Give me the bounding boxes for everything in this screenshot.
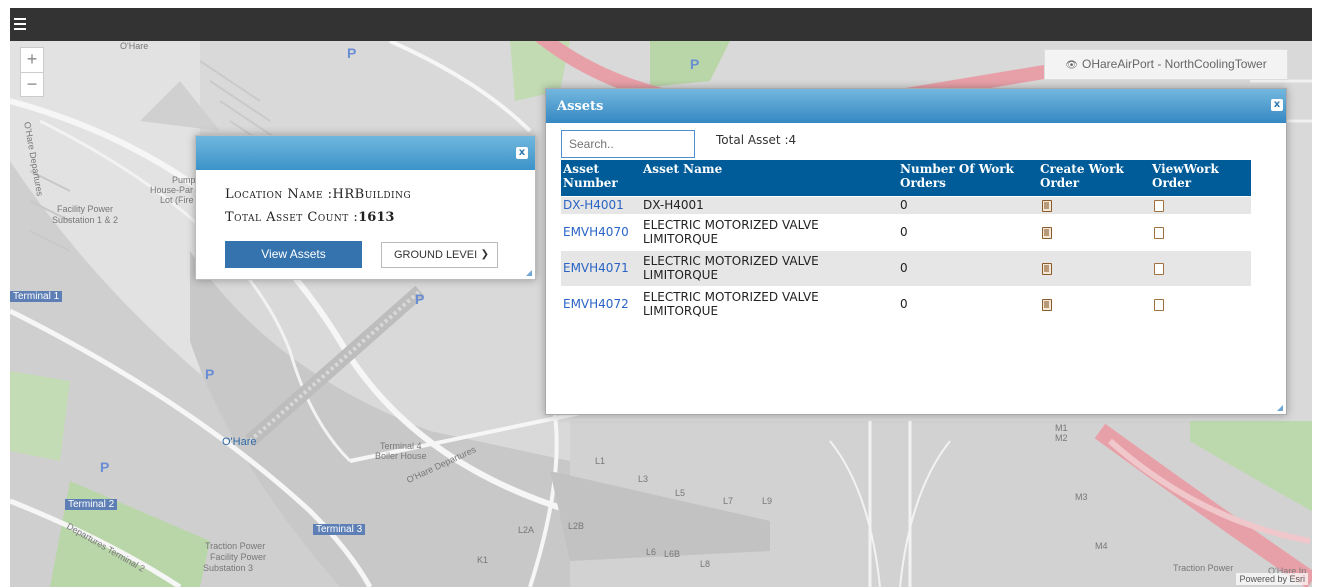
map-label: Pump <box>172 175 196 185</box>
map-label: Terminal 2 <box>65 499 118 510</box>
zoom-in-button[interactable]: + <box>21 48 43 72</box>
parking-icon: P <box>205 366 215 382</box>
location-name-value: HRBuilding <box>332 187 412 202</box>
map-label: Boiler House <box>375 451 427 461</box>
asset-count-label: Total Asset Count : <box>225 210 359 225</box>
assets-table: Asset Number Asset Name Number Of Work O… <box>561 160 1251 322</box>
top-bar <box>10 8 1312 41</box>
location-name: Location Name :HRBuilding <box>225 187 411 202</box>
map-label: L5 <box>675 488 686 498</box>
work-order-count: 0 <box>898 195 1038 214</box>
map-label: Substation 1 & 2 <box>52 215 119 225</box>
map-label: L2A <box>518 525 535 535</box>
assets-header: Assets x <box>546 89 1286 123</box>
column-header[interactable]: Asset Name <box>641 160 898 196</box>
map-label: M3 <box>1075 492 1088 502</box>
asset-count-value: 1613 <box>358 210 395 225</box>
search-input[interactable] <box>561 130 695 158</box>
chevron-down-icon: ❯ <box>480 249 489 260</box>
layer-toggle-button[interactable]: 👁 OHareAirPort - NorthCoolingTower <box>1044 49 1288 80</box>
map-label: Facility Power <box>210 552 267 562</box>
column-header[interactable]: Asset Number <box>561 160 641 196</box>
table-row: EMVH4072 ELECTRIC MOTORIZED VALVE LIMITO… <box>561 285 1251 322</box>
view-work-order-icon[interactable] <box>1154 226 1164 239</box>
map-label: Traction Power <box>205 541 266 551</box>
column-header[interactable]: ViewWork Order <box>1150 160 1251 196</box>
map-label: L9 <box>762 496 773 506</box>
map-label: M2 <box>1055 433 1068 443</box>
eye-icon: 👁 <box>1065 60 1078 71</box>
map-label: Lot (Fire <box>160 195 194 205</box>
map-label: Facility Power <box>57 204 114 214</box>
map-label: L8 <box>700 559 711 569</box>
asset-name: ELECTRIC MOTORIZED VALVE LIMITORQUE <box>641 213 898 250</box>
map-label: L7 <box>723 496 734 506</box>
map-label: L1 <box>595 456 606 466</box>
map-label: L3 <box>638 474 649 484</box>
asset-name: DX-H4001 <box>641 195 898 214</box>
parking-icon: P <box>347 45 357 61</box>
map-label: M1 <box>1055 423 1068 433</box>
work-order-count: 0 <box>898 249 1038 286</box>
parking-icon: P <box>415 291 425 307</box>
work-order-count: 0 <box>898 213 1038 250</box>
create-work-order-icon[interactable] <box>1042 262 1052 275</box>
column-header[interactable]: Create Work Order <box>1038 160 1150 196</box>
asset-name: ELECTRIC MOTORIZED VALVE LIMITORQUE <box>641 285 898 322</box>
layer-label: OHareAirPort - NorthCoolingTower <box>1081 57 1267 71</box>
map-credit: Powered by Esri <box>1236 573 1308 585</box>
zoom-out-button[interactable]: − <box>21 72 43 96</box>
level-select[interactable]: GROUND LEVEI ❯ <box>381 242 498 268</box>
parking-icon: P <box>100 459 110 475</box>
map-label: L6B <box>664 549 681 559</box>
table-header-row: Asset Number Asset Name Number Of Work O… <box>561 160 1251 196</box>
map-label: O'Hare <box>120 41 149 51</box>
map-label: L2B <box>568 521 585 531</box>
create-work-order-icon[interactable] <box>1042 298 1052 311</box>
map-label: L6 <box>646 547 657 557</box>
view-assets-button[interactable]: View Assets <box>225 241 362 268</box>
map-label: Terminal 4 <box>380 441 422 451</box>
parking-icon: P <box>690 56 700 72</box>
level-select-value: GROUND LEVEI <box>394 249 478 261</box>
work-order-count: 0 <box>898 285 1038 322</box>
asset-number-link[interactable]: EMVH4071 <box>563 261 629 275</box>
menu-icon[interactable] <box>14 15 32 33</box>
map-label: Terminal 1 <box>10 291 63 302</box>
view-work-order-icon[interactable] <box>1154 298 1164 311</box>
map-label: Terminal 3 <box>313 524 366 535</box>
asset-name: ELECTRIC MOTORIZED VALVE LIMITORQUE <box>641 249 898 286</box>
map-label: M4 <box>1095 541 1108 551</box>
assets-panel: Assets x Total Asset :4 Asset Number Ass… <box>545 88 1287 415</box>
asset-number-link[interactable]: EMVH4070 <box>563 225 629 239</box>
zoom-control: + − <box>20 47 44 97</box>
total-asset: Total Asset :4 <box>716 133 797 147</box>
map-label: K1 <box>477 555 489 565</box>
close-icon[interactable]: x <box>516 147 528 159</box>
location-name-label: Location Name : <box>225 187 333 202</box>
map-label: Traction Power <box>1173 563 1234 573</box>
asset-number-link[interactable]: EMVH4072 <box>563 297 629 311</box>
asset-number-link[interactable]: DX-H4001 <box>563 198 624 212</box>
create-work-order-icon[interactable] <box>1042 226 1052 239</box>
create-work-order-icon[interactable] <box>1042 199 1052 212</box>
app-window: O'Hare O'Hare Departures Facility Power … <box>10 8 1312 587</box>
resize-handle[interactable] <box>1277 405 1283 411</box>
location-popup: x Location Name :HRBuilding Total Asset … <box>195 135 536 280</box>
table-row: EMVH4071 ELECTRIC MOTORIZED VALVE LIMITO… <box>561 249 1251 286</box>
assets-title: Assets <box>557 99 604 114</box>
column-header[interactable]: Number Of Work Orders <box>898 160 1038 196</box>
view-work-order-icon[interactable] <box>1154 199 1164 212</box>
close-icon[interactable]: x <box>1271 99 1283 111</box>
view-work-order-icon[interactable] <box>1154 262 1164 275</box>
total-asset-count: Total Asset Count :1613 <box>225 210 394 225</box>
table-row: DX-H4001 DX-H4001 0 <box>561 195 1251 214</box>
popup-header: x <box>196 136 535 170</box>
resize-handle[interactable] <box>526 270 532 276</box>
table-row: EMVH4070 ELECTRIC MOTORIZED VALVE LIMITO… <box>561 213 1251 250</box>
map-label: Substation 3 <box>203 563 254 573</box>
map-label: House-Par <box>150 185 194 195</box>
map-label: O'Hare <box>222 436 257 448</box>
